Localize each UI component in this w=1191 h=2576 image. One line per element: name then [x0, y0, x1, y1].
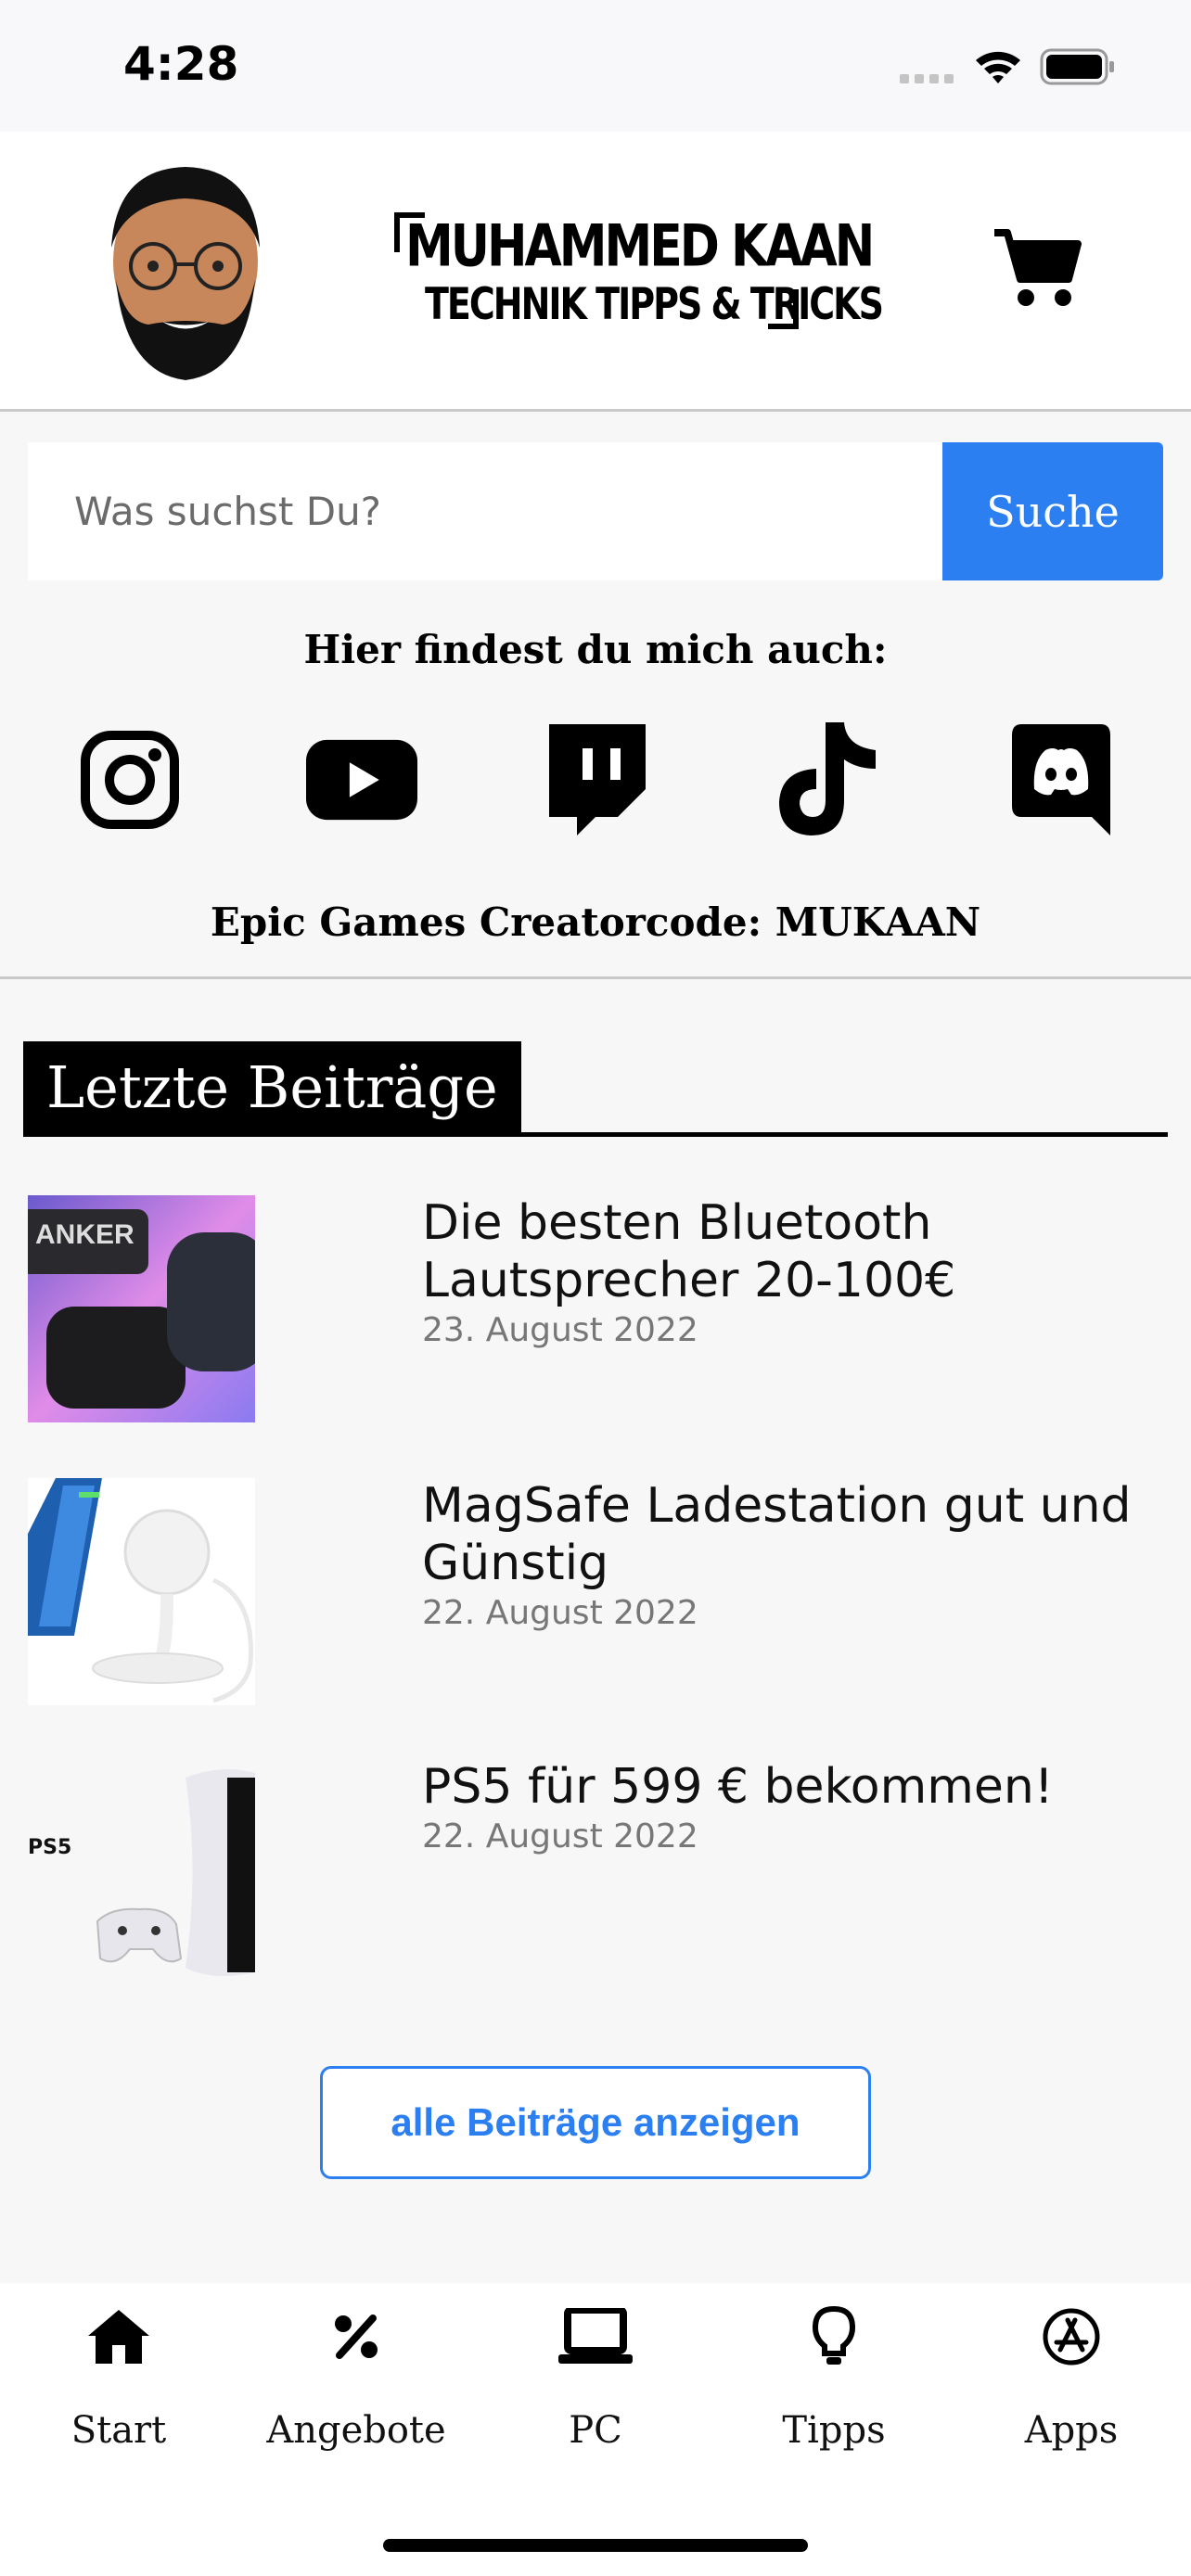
tab-label: Apps	[1024, 2409, 1119, 2452]
tab-pc[interactable]: PC	[503, 2290, 688, 2476]
twitch-icon[interactable]	[538, 721, 649, 838]
post-thumbnail[interactable]	[28, 1478, 255, 1705]
post-title[interactable]: MagSafe Ladestation gut und Günstig	[422, 1477, 1164, 1592]
signal-icon	[900, 74, 954, 83]
post-date: 23. August 2022	[422, 1311, 698, 1349]
tab-start[interactable]: Start	[26, 2290, 211, 2476]
tab-label: Angebote	[266, 2409, 446, 2452]
cart-icon[interactable]	[992, 227, 1082, 311]
battery-icon	[1040, 48, 1114, 85]
post-thumbnail[interactable]: ANKER	[28, 1195, 255, 1422]
post-title[interactable]: PS5 für 599 € bekommen!	[422, 1758, 1164, 1816]
social-heading: Hier findest du mich auch:	[303, 627, 888, 672]
tab-label: Tipps	[782, 2409, 886, 2452]
tab-apps[interactable]: Apps	[979, 2290, 1164, 2476]
youtube-icon[interactable]	[306, 721, 417, 838]
section-underline	[23, 1132, 1168, 1137]
logo-title: MUHAMMED KAAN	[405, 213, 875, 280]
status-time: 4:28	[123, 37, 239, 91]
tab-label: Start	[70, 2409, 167, 2452]
wifi-icon	[976, 51, 1020, 83]
laptop-icon	[558, 2308, 633, 2364]
lightbulb-icon	[812, 2305, 856, 2365]
instagram-icon[interactable]	[74, 721, 186, 838]
tiktok-icon[interactable]	[772, 721, 883, 838]
divider	[0, 976, 1191, 979]
search-button[interactable]: Suche	[942, 442, 1163, 580]
tab-angebote[interactable]: Angebote	[263, 2290, 449, 2476]
tab-tipps[interactable]: Tipps	[741, 2290, 927, 2476]
creator-code: Epic Games Creatorcode: MUKAAN	[210, 899, 981, 945]
post-thumbnail[interactable]: PS5	[28, 1759, 255, 1986]
avatar	[111, 167, 260, 380]
post-title[interactable]: Die besten Bluetooth Lautsprecher 20-100…	[422, 1194, 1164, 1309]
home-indicator	[383, 2539, 808, 2552]
section-title: Letzte Beiträge	[23, 1041, 521, 1134]
search-input[interactable]	[28, 442, 944, 580]
discord-icon[interactable]	[1005, 721, 1117, 838]
post-date: 22. August 2022	[422, 1594, 698, 1632]
all-posts-button[interactable]: alle Beiträge anzeigen	[320, 2066, 871, 2179]
thumb-brand-text: PS5	[28, 1836, 71, 1859]
logo-subtitle: TECHNIK TIPPS & TRICKS	[425, 278, 884, 329]
app-store-icon	[1043, 2308, 1100, 2366]
tab-label: PC	[569, 2409, 622, 2452]
post-date: 22. August 2022	[422, 1817, 698, 1855]
thumb-brand-text: ANKER	[35, 1219, 134, 1250]
percent-icon	[335, 2315, 378, 2359]
home-icon	[88, 2310, 149, 2364]
